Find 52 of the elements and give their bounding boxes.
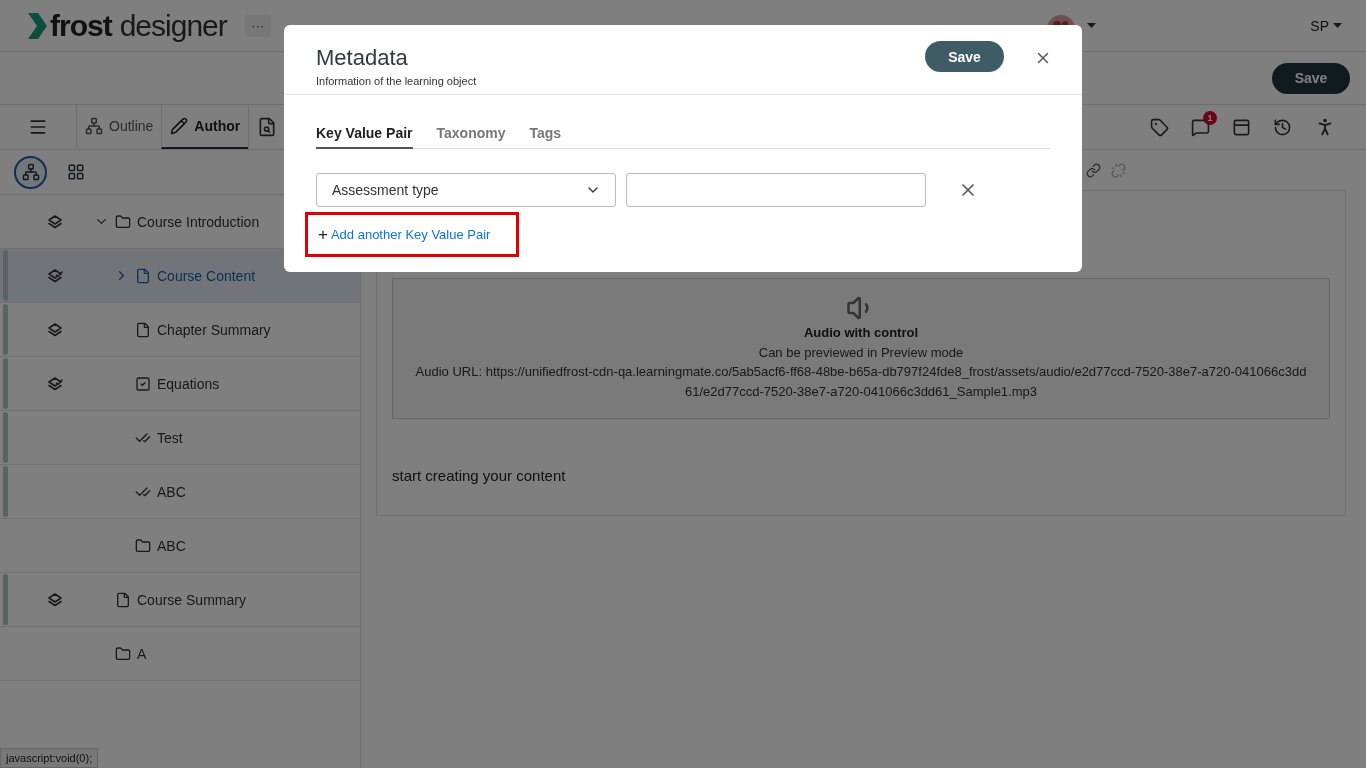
tree-label: Course Content: [157, 267, 256, 284]
notification-badge: 1: [1203, 110, 1217, 125]
caret-icon: [1087, 23, 1097, 28]
checkbox-icon: [135, 375, 151, 392]
grid-icon: [66, 163, 85, 181]
more-button[interactable]: ···: [244, 14, 271, 37]
page-icon: [135, 321, 151, 338]
tree-label: Chapter Summary: [157, 321, 271, 338]
dialog-tab[interactable]: Tags: [529, 125, 562, 149]
logo-icon: [26, 10, 48, 41]
folder-icon: [135, 537, 151, 554]
text-input[interactable]: start creating your content: [392, 467, 1330, 484]
tree-view-button[interactable]: [14, 155, 47, 189]
tree-label: Course Introduction: [137, 213, 260, 230]
comment-icon[interactable]: [1191, 117, 1210, 137]
save-button[interactable]: Save: [925, 41, 1004, 72]
page-icon: [135, 267, 151, 284]
user-menu[interactable]: SP: [1310, 17, 1342, 34]
link-icon[interactable]: [1086, 162, 1101, 178]
tree-label: A: [137, 645, 147, 662]
tag-icon[interactable]: [1150, 117, 1169, 137]
logo-text: designer: [119, 8, 227, 43]
tree-label: ABC: [157, 537, 186, 554]
tree-label: Test: [157, 429, 183, 446]
dialog-tab[interactable]: Taxonomy: [436, 125, 506, 149]
audio-url: Audio URL: https://unifiedfrost-cdn-qa.learningmate.co/5ab5acf6-ff68-48be-b65a-db797f24fde8_frost/assets/audio/e2d77ccd-7520-38e7-a720-041066c3dd61/e2d77ccd-7520-38e7-a720-041066c3dd61_Sample1.mp3: [414, 363, 1308, 401]
audio-title: Audio with control: [803, 325, 919, 340]
outline-icon: [85, 117, 103, 135]
page-icon: [115, 591, 131, 608]
audio-note: Can be previewed in Preview mode: [758, 344, 964, 362]
tree-label: Course Summary: [137, 591, 246, 608]
history-icon[interactable]: [1273, 117, 1292, 137]
tree-icon: [21, 163, 40, 181]
panel-icon[interactable]: [1232, 117, 1251, 137]
caret-icon: [1333, 23, 1342, 28]
folder-icon: [115, 645, 131, 662]
view-tab[interactable]: Outline: [76, 105, 162, 149]
folder-icon: [115, 213, 131, 230]
dialog-subtitle: Information of the learning object: [316, 75, 477, 87]
plus-icon: +: [318, 224, 328, 245]
tree-label: ABC: [157, 483, 186, 500]
value-field[interactable]: [626, 173, 926, 207]
logo-text: frost: [50, 8, 112, 43]
save-button[interactable]: Save: [1272, 62, 1350, 94]
pencil-icon: [170, 117, 189, 135]
status-text: javascript:void(0);: [0, 748, 99, 768]
view-tab[interactable]: Author: [161, 105, 249, 149]
tree-label: Equations: [157, 375, 220, 392]
key-select[interactable]: Assessment type: [316, 173, 616, 207]
tree-item[interactable]: Course Content: [0, 249, 360, 303]
dialog-title: Metadata: [316, 45, 409, 71]
dialog-tab[interactable]: Key Value Pair: [316, 125, 413, 149]
